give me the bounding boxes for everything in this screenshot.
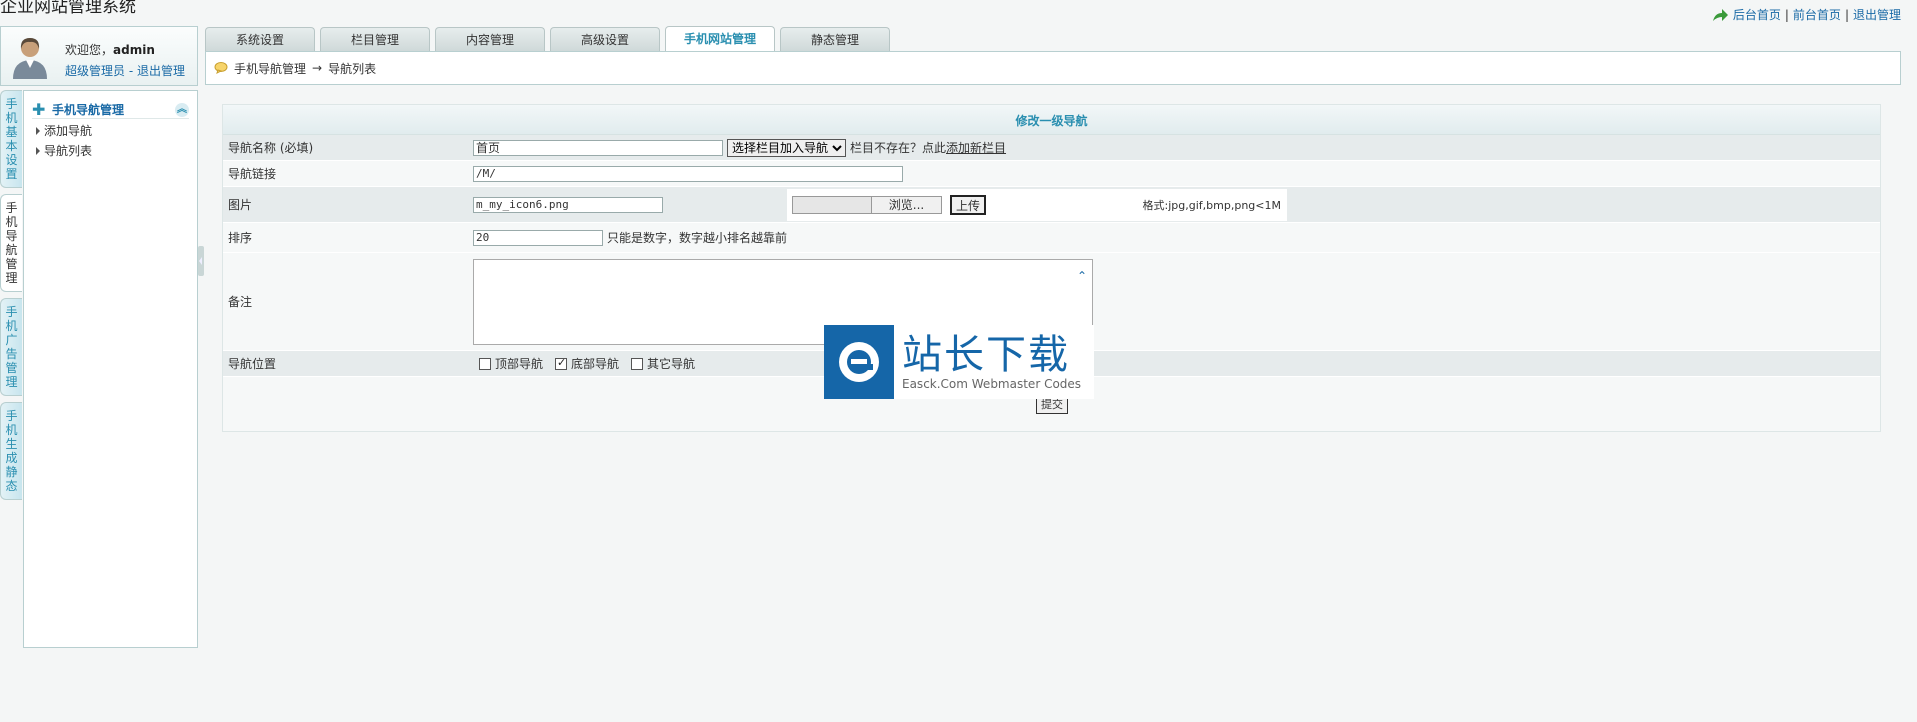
row-image: 图片 浏览... 上传 格式:jpg,gif,bmp,png<1M <box>223 187 1880 223</box>
dash: - <box>125 64 137 78</box>
side-tabs: 手机基本设置 手机导航管理 手机广告管理 手机生成静态 <box>0 90 22 506</box>
nav-position-label: 导航位置 <box>228 357 277 371</box>
nav-name-cell: 选择栏目加入导航 栏目不存在？点此添加新栏目 <box>473 138 1880 157</box>
speech-bubble-icon <box>214 62 228 74</box>
order-input[interactable] <box>473 229 603 246</box>
position-bottom-checkbox[interactable]: 底部导航 <box>555 355 619 372</box>
nav-link-cell <box>473 165 1880 182</box>
breadcrumb-parent[interactable]: 手机导航管理 <box>234 60 306 77</box>
menu-item-add-nav[interactable]: 添加导航 <box>36 122 197 139</box>
order-cell: 只能是数字，数字越小排名越靠前 <box>473 229 1880 246</box>
watermark-en: Easck.Com Webmaster Codes <box>902 377 1082 391</box>
nav-name-label: 导航名称 (必填) <box>228 141 314 155</box>
triangle-right-icon <box>36 126 40 135</box>
tab-system-settings[interactable]: 系统设置 <box>205 27 315 51</box>
file-path-display <box>793 196 871 213</box>
backend-home-link[interactable]: 后台首页 <box>1733 6 1781 23</box>
nav-position-cell: 顶部导航 底部导航 其它导航 <box>473 355 1880 372</box>
sidetab-label: 手机生成静态 <box>5 409 18 493</box>
user-links: 超级管理员 - 退出管理 <box>65 62 185 79</box>
format-hint: 格式:jpg,gif,bmp,png<1M <box>1142 198 1281 212</box>
upload-button[interactable]: 上传 <box>950 194 987 215</box>
sidetab-mobile-basic-settings[interactable]: 手机基本设置 <box>0 90 22 188</box>
role-link[interactable]: 超级管理员 <box>65 64 125 78</box>
column-select[interactable]: 选择栏目加入导航 <box>727 138 846 157</box>
checkbox-box[interactable] <box>631 357 644 370</box>
logout-link[interactable]: 退出管理 <box>1853 6 1901 23</box>
go-back-arrow-icon <box>1712 8 1728 21</box>
position-top-checkbox[interactable]: 顶部导航 <box>479 355 543 372</box>
avatar-icon <box>13 38 47 79</box>
main-tabs: 系统设置 栏目管理 内容管理 高级设置 手机网站管理 静态管理 <box>205 26 890 52</box>
triangle-right-icon <box>36 146 40 155</box>
left-menu-header: ✚ 手机导航管理 ︽ <box>32 100 189 119</box>
tab-mobile-site-management[interactable]: 手机网站管理 <box>665 26 775 52</box>
row-nav-link: 导航链接 <box>223 161 1880 187</box>
left-menu: ✚ 手机导航管理 ︽ 添加导航 导航列表 <box>23 90 198 648</box>
sidetab-mobile-ad-management[interactable]: 手机广告管理 <box>0 298 22 396</box>
upload-area: 浏览... 上传 格式:jpg,gif,bmp,png<1M <box>787 188 1287 221</box>
watermark-logo <box>824 325 894 399</box>
checkbox-box[interactable] <box>555 356 568 370</box>
username: admin <box>113 43 155 57</box>
nav-name-hint-text: 栏目不存在？点此 <box>850 141 947 155</box>
image-label: 图片 <box>228 198 253 212</box>
tab-column-management[interactable]: 栏目管理 <box>320 27 430 51</box>
checkbox-label: 其它导航 <box>647 357 696 371</box>
checkbox-box[interactable] <box>479 357 491 370</box>
watermark-cn: 站长下载 <box>902 332 1070 378</box>
sidetab-label: 手机广告管理 <box>5 305 18 389</box>
tab-advanced-settings[interactable]: 高级设置 <box>550 27 660 51</box>
order-label: 排序 <box>228 231 253 245</box>
welcome-label: 欢迎您， <box>65 43 114 57</box>
file-picker[interactable]: 浏览... <box>792 195 942 214</box>
frontend-home-link[interactable]: 前台首页 <box>1793 6 1841 23</box>
row-nav-name: 导航名称 (必填) 选择栏目加入导航 栏目不存在？点此添加新栏目 <box>223 135 1880 161</box>
checkbox-label: 顶部导航 <box>495 357 544 371</box>
nav-name-hint: 栏目不存在？点此添加新栏目 <box>850 139 1006 156</box>
tab-content-management[interactable]: 内容管理 <box>435 27 545 51</box>
app-title: 企业网站管理系统 <box>0 0 136 17</box>
left-menu-title: 手机导航管理 <box>52 103 125 117</box>
order-hint: 只能是数字，数字越小排名越靠前 <box>607 231 788 245</box>
easck-logo-icon <box>839 342 879 382</box>
menu-item-nav-list[interactable]: 导航列表 <box>36 142 197 159</box>
menu-item-label: 导航列表 <box>44 144 93 158</box>
row-order: 排序 只能是数字，数字越小排名越靠前 <box>223 223 1880 253</box>
position-other-checkbox[interactable]: 其它导航 <box>631 355 695 372</box>
user-box: 欢迎您，admin 超级管理员 - 退出管理 <box>0 26 198 86</box>
menu-item-label: 添加导航 <box>44 124 93 138</box>
nav-name-input[interactable] <box>473 139 723 156</box>
image-cell: 浏览... 上传 格式:jpg,gif,bmp,png<1M <box>473 188 1880 221</box>
form-title: 修改一级导航 <box>223 105 1880 135</box>
browse-button[interactable]: 浏览... <box>871 196 941 213</box>
tab-static-management[interactable]: 静态管理 <box>780 27 890 51</box>
plus-icon: ✚ <box>32 100 46 119</box>
welcome-text: 欢迎您，admin <box>65 41 155 58</box>
sidetab-label: 手机基本设置 <box>5 97 18 181</box>
breadcrumb: 手机导航管理 → 导航列表 <box>205 51 1901 85</box>
note-cell: ⌃ <box>473 258 1880 345</box>
watermark: 站长下载 Easck.Com Webmaster Codes <box>824 325 1094 399</box>
image-path-input[interactable] <box>473 196 663 213</box>
checkbox-label: 底部导航 <box>571 357 620 371</box>
breadcrumb-arrow: → <box>312 61 323 75</box>
watermark-text: 站长下载 Easck.Com Webmaster Codes <box>894 333 1081 391</box>
sidebar-toggle-handle[interactable] <box>198 246 204 276</box>
separator: | <box>1844 7 1849 22</box>
scroll-up-icon[interactable]: ⌃ <box>1077 269 1089 283</box>
nav-link-input[interactable] <box>473 165 903 182</box>
nav-link-label: 导航链接 <box>228 167 277 181</box>
sidetab-mobile-nav-management[interactable]: 手机导航管理 <box>0 194 22 292</box>
breadcrumb-current: 导航列表 <box>328 61 377 76</box>
sidetab-label: 手机导航管理 <box>5 201 18 285</box>
top-links: 后台首页 | 前台首页 | 退出管理 <box>1711 6 1901 23</box>
user-logout-link[interactable]: 退出管理 <box>137 64 185 78</box>
sidetab-mobile-generate-static[interactable]: 手机生成静态 <box>0 402 22 500</box>
add-column-link[interactable]: 添加新栏目 <box>946 141 1006 155</box>
note-label: 备注 <box>228 295 253 309</box>
collapse-icon[interactable]: ︽ <box>175 102 189 117</box>
separator: | <box>1784 7 1789 22</box>
